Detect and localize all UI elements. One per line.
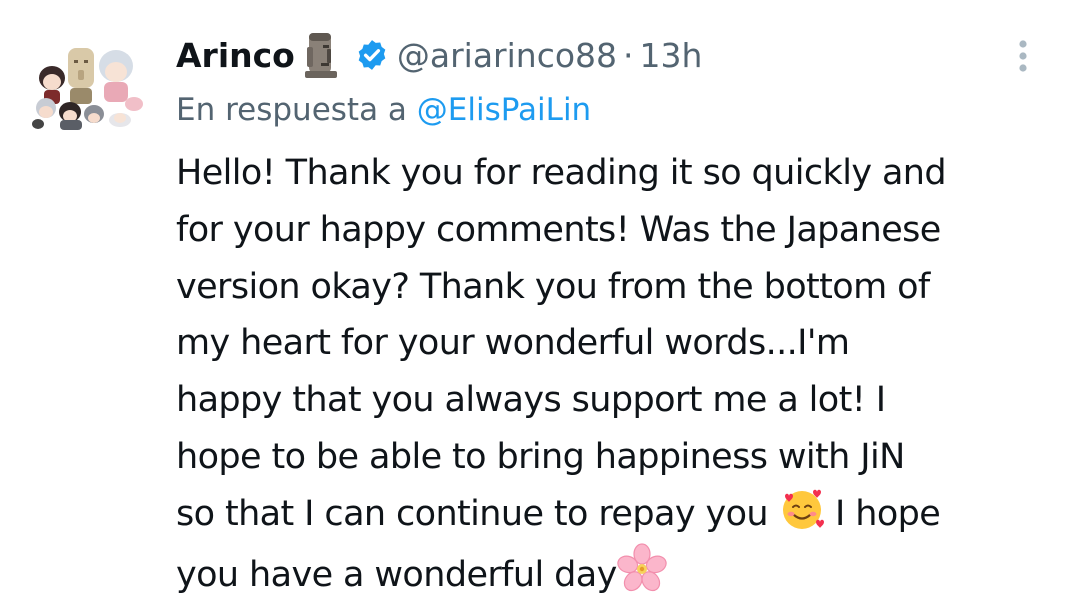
tweet-text-line: Hello! Thank you for reading it so quick…: [176, 153, 947, 193]
tweet-text-line-with-emoji: you have a wonderful day: [176, 542, 1046, 599]
tweet-text-line: happy that you always support me a lot! …: [176, 380, 886, 421]
reply-mention-link[interactable]: @ElisPaiLin: [417, 92, 591, 128]
tweet-text-fragment: I hope: [835, 493, 941, 534]
more-vertical-icon[interactable]: [1008, 38, 1038, 78]
timestamp[interactable]: 13h: [640, 36, 703, 75]
cherry-blossom-icon: [617, 542, 667, 591]
tweet-text-line: version okay? Thank you from the bottom …: [176, 266, 930, 307]
tweet-header: Arinco @ariarinco88 · 13h: [176, 26, 1046, 84]
tweet[interactable]: Arinco @ariarinco88 · 13h En respuesta a…: [0, 0, 1080, 599]
reply-prefix: En respuesta a: [176, 92, 407, 128]
smiling-face-with-hearts-icon: [782, 489, 824, 529]
author-name[interactable]: Arinco: [176, 36, 295, 75]
tweet-text-line: hope to be able to bring happiness with …: [176, 436, 905, 477]
tweet-text-fragment: so that I can continue to repay you: [176, 493, 769, 534]
tweet-text-fragment: you have a wonderful day: [176, 554, 617, 595]
avatar[interactable]: [30, 34, 148, 134]
reply-context: En respuesta a @ElisPaiLin: [176, 85, 1046, 135]
tweet-text-line: my heart for your wonderful words...I'm: [176, 323, 850, 364]
tweet-content: Arinco @ariarinco88 · 13h En respuesta a…: [176, 26, 1046, 599]
separator-dot: ·: [623, 35, 634, 75]
moai-icon: [304, 33, 337, 78]
author-handle[interactable]: @ariarinco88: [397, 36, 617, 75]
tweet-text-line-with-emoji: so that I can continue to repay you I ho…: [176, 486, 1046, 543]
tweet-text: Hello! Thank you for reading it so quick…: [176, 145, 1046, 599]
verified-badge-icon: [358, 40, 386, 70]
tweet-text-line: for your happy comments! Was the Japanes…: [176, 209, 941, 250]
